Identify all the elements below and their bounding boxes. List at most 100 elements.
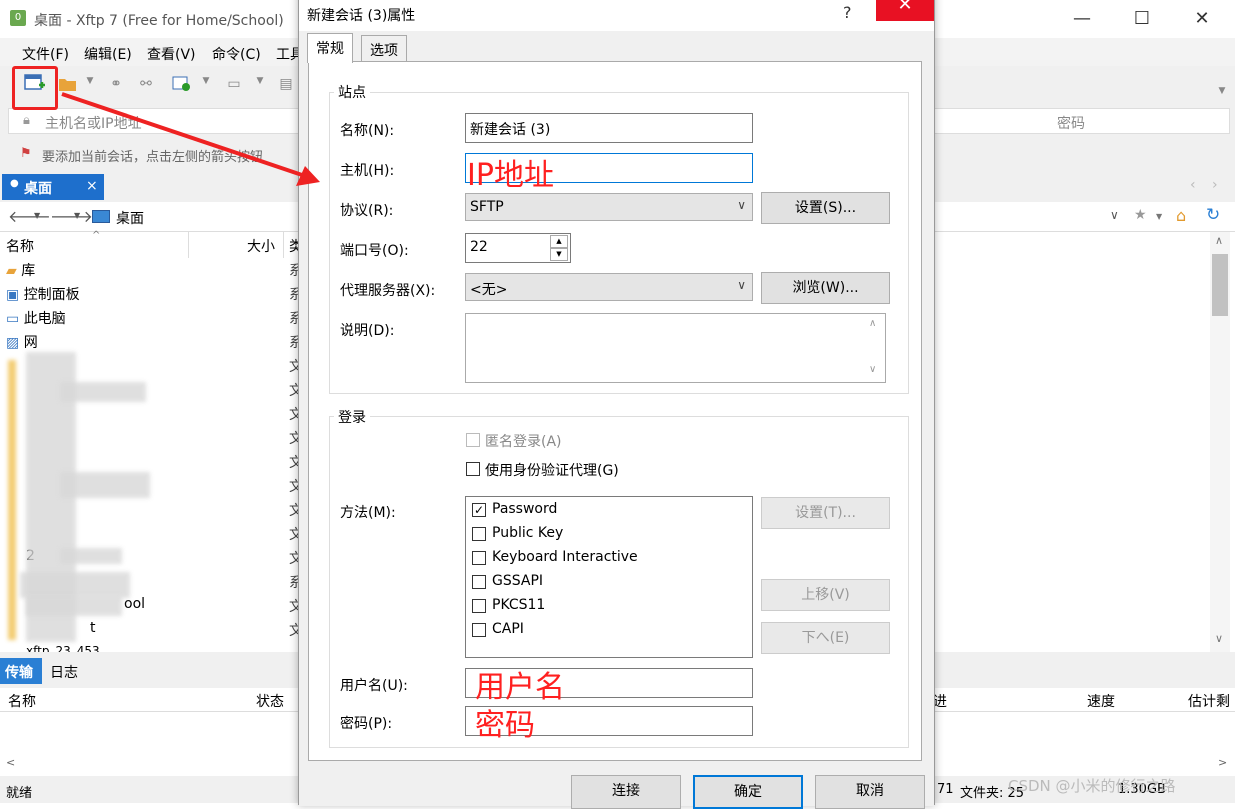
xftp-logo-icon: 0 xyxy=(10,10,26,26)
tab-desktop[interactable]: ● 桌面 × xyxy=(2,174,104,200)
open-folder-icon[interactable] xyxy=(58,76,78,94)
port-stepper[interactable]: 22 ▲ ▼ xyxy=(465,233,571,263)
method-capi-label: CAPI xyxy=(492,621,524,637)
back-icon[interactable]: 🡐 xyxy=(8,206,51,226)
proxy-browse-button[interactable]: 浏览(W)... xyxy=(761,272,890,304)
status-count: 71 xyxy=(937,782,954,797)
method-password-checkbox[interactable]: ✓ xyxy=(472,503,486,517)
transfer-column-speed[interactable]: 速度 xyxy=(1087,691,1115,711)
file-row[interactable]: ool xyxy=(124,596,145,618)
file-row[interactable]: xftp_23_453 xyxy=(26,644,100,652)
blurred-names xyxy=(20,572,130,598)
home-icon[interactable]: ⌂ xyxy=(1176,206,1186,225)
dropdown-arrow-icon[interactable]: ▼ xyxy=(250,76,270,94)
ok-button[interactable]: 确定 xyxy=(693,775,803,809)
minimize-button[interactable]: — xyxy=(1070,8,1094,30)
anonymous-checkbox[interactable] xyxy=(466,433,480,447)
transfer-column-status[interactable]: 状态 xyxy=(256,691,284,711)
connect-icon[interactable]: ⚭ xyxy=(106,76,126,94)
tab-close-icon[interactable]: × xyxy=(86,178,98,194)
tab-scroll-left-icon[interactable]: ‹ xyxy=(1190,177,1196,193)
tab-transfer[interactable]: 传输 xyxy=(0,658,42,684)
path-dropdown-icon[interactable]: ∨ xyxy=(1110,208,1119,222)
address-input[interactable]: 主机名或IP地址 xyxy=(45,113,142,133)
protocol-select[interactable]: SFTP ∨ xyxy=(465,193,753,221)
file-row-network[interactable]: ▨ 网 xyxy=(6,332,38,354)
menu-edit[interactable]: 编辑(E) xyxy=(84,44,132,64)
name-label: 名称(N): xyxy=(340,123,395,139)
blurred-names xyxy=(26,596,122,616)
close-button[interactable]: ✕ xyxy=(1190,8,1214,30)
column-name-header[interactable]: 名称 xyxy=(6,236,34,256)
method-publickey-label: Public Key xyxy=(492,525,564,541)
bottom-tabs: 传输 日志 xyxy=(0,658,300,684)
hscroll-left-icon[interactable]: < xyxy=(6,756,15,769)
method-keyboard-checkbox[interactable] xyxy=(472,551,486,565)
star-dropdown-icon[interactable]: ▼ xyxy=(1156,212,1162,221)
protocol-settings-button[interactable]: 设置(S)... xyxy=(761,192,890,224)
blurred-names xyxy=(60,472,150,498)
session-settings-icon[interactable] xyxy=(172,76,192,94)
method-settings-button[interactable]: 设置(T)... xyxy=(761,497,890,529)
column-size-header[interactable]: 大小 xyxy=(247,236,275,256)
document-icon[interactable]: ▤ xyxy=(276,76,296,94)
tab-status-dot-icon: ● xyxy=(10,178,19,189)
host-annotation: IP地址 xyxy=(467,158,554,193)
computer-icon: ▭ xyxy=(6,311,20,327)
description-input[interactable]: ∧ ∨ xyxy=(465,313,886,383)
transfer-column-eta[interactable]: 估计剩 xyxy=(1188,691,1230,711)
hscroll-right-icon[interactable]: > xyxy=(1218,756,1227,769)
method-publickey-checkbox[interactable] xyxy=(472,527,486,541)
menu-view[interactable]: 查看(V) xyxy=(147,44,196,64)
port-up-icon[interactable]: ▲ xyxy=(550,235,568,248)
tab-options[interactable]: 选项 xyxy=(361,35,407,61)
move-down-button[interactable]: 下へ(E) xyxy=(761,622,890,654)
host-label: 主机(H): xyxy=(340,163,395,179)
column-divider xyxy=(283,232,284,258)
password-column-label: 密码 xyxy=(1057,116,1085,132)
cancel-button[interactable]: 取消 xyxy=(815,775,925,809)
scroll-up-icon[interactable]: ∧ xyxy=(1215,234,1223,247)
file-name: 此电脑 xyxy=(23,311,66,327)
proxy-select[interactable]: <无> ∨ xyxy=(465,273,753,301)
dropdown-arrow-icon[interactable]: ▼ xyxy=(196,76,216,94)
refresh-icon[interactable]: ↻ xyxy=(1206,205,1220,225)
tab-scroll-right-icon[interactable]: › xyxy=(1212,177,1218,193)
scroll-down-icon[interactable]: ∨ xyxy=(869,364,876,375)
dropdown-arrow-icon[interactable]: ▼ xyxy=(80,76,100,94)
hint-text: 要添加当前会话，点击左侧的箭头按钮 xyxy=(42,150,264,165)
dialog-close-button[interactable]: ✕ xyxy=(876,0,934,21)
auth-agent-checkbox[interactable] xyxy=(466,462,480,476)
connect-button[interactable]: 连接 xyxy=(571,775,681,809)
forward-icon[interactable]: 🡒 xyxy=(50,206,93,226)
transfer-column-name[interactable]: 名称 xyxy=(8,691,36,711)
method-gssapi-checkbox[interactable] xyxy=(472,575,486,589)
back-dropdown-icon[interactable]: ▼ xyxy=(34,211,40,220)
method-capi-checkbox[interactable] xyxy=(472,623,486,637)
scrollbar-thumb[interactable] xyxy=(1212,254,1228,316)
file-row-this-pc[interactable]: ▭ 此电脑 xyxy=(6,308,66,330)
file-row[interactable]: t xyxy=(90,620,96,642)
forward-dropdown-icon[interactable]: ▼ xyxy=(74,211,80,220)
method-pkcs11-checkbox[interactable] xyxy=(472,599,486,613)
menu-file[interactable]: 文件(F) xyxy=(22,44,69,64)
site-group-label: 站点 xyxy=(334,82,370,102)
file-row-control-panel[interactable]: ▣ 控制面板 xyxy=(6,284,80,306)
menu-command[interactable]: 命令(C) xyxy=(212,44,261,64)
dialog-title: 新建会话 (3)属性 xyxy=(307,8,416,24)
port-value: 22 xyxy=(470,239,488,255)
move-up-button[interactable]: 上移(V) xyxy=(761,579,890,611)
star-icon[interactable]: ★ xyxy=(1134,207,1147,223)
maximize-button[interactable]: ☐ xyxy=(1130,8,1154,30)
tab-general[interactable]: 常规 xyxy=(307,33,353,63)
scroll-down-icon[interactable]: ∨ xyxy=(1215,632,1223,645)
terminal-icon[interactable]: ▭ xyxy=(224,76,244,94)
session-name-input[interactable]: 新建会话 (3) xyxy=(465,113,753,143)
port-down-icon[interactable]: ▼ xyxy=(550,248,568,261)
scroll-up-icon[interactable]: ∧ xyxy=(869,318,876,329)
file-row-library[interactable]: ▰ 库 xyxy=(6,260,35,282)
toolbar-overflow-icon[interactable]: ▼ xyxy=(1212,86,1232,104)
tab-log[interactable]: 日志 xyxy=(50,662,78,682)
help-icon[interactable]: ? xyxy=(843,3,852,22)
disconnect-icon[interactable]: ⚯ xyxy=(136,76,156,94)
